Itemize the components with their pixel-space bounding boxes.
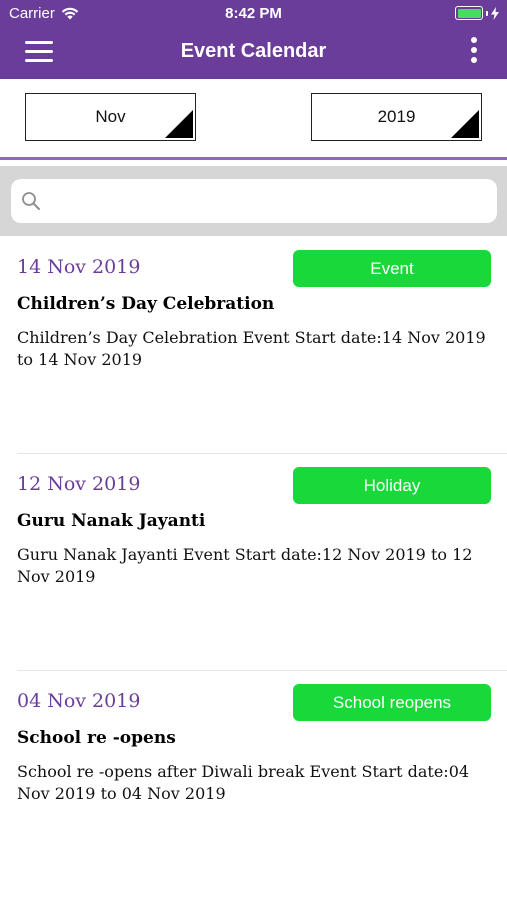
page-title: Event Calendar (180, 40, 327, 62)
event-date: 12 Nov 2019 (17, 473, 141, 495)
event-title: Children’s Day Celebration (17, 294, 275, 314)
year-picker[interactable]: 2019 (311, 93, 482, 141)
event-list: 14 Nov 2019 Event Children’s Day Celebra… (0, 236, 507, 887)
search-field-container[interactable] (11, 179, 497, 223)
status-time: 8:42 PM (225, 5, 282, 22)
event-description: Children’s Day Celebration Event Start d… (17, 328, 486, 369)
vertical-ellipsis-icon[interactable] (469, 37, 479, 69)
row-divider (17, 453, 507, 454)
event-type-badge[interactable]: Event (293, 250, 491, 287)
status-bar: Carrier 8:42 PM (0, 0, 507, 28)
event-title: School re -opens (17, 728, 176, 748)
event-card[interactable]: 14 Nov 2019 Event Children’s Day Celebra… (0, 236, 507, 453)
event-date: 04 Nov 2019 (17, 690, 141, 712)
app-header: Carrier 8:42 PM Event Calendar (0, 0, 507, 79)
dropdown-triangle-icon (165, 110, 193, 138)
event-description: School re -opens after Diwali break Even… (17, 762, 470, 803)
event-date: 14 Nov 2019 (17, 256, 141, 278)
search-input[interactable] (51, 179, 481, 223)
row-divider (17, 670, 507, 671)
charging-bolt-icon (491, 6, 499, 20)
battery-level (457, 8, 481, 18)
event-title: Guru Nanak Jayanti (17, 511, 206, 531)
date-filter-bar: Nov 2019 (0, 79, 507, 159)
search-bar (0, 166, 507, 236)
event-type-badge[interactable]: School reopens (293, 684, 491, 721)
filter-divider (0, 157, 507, 160)
event-description: Guru Nanak Jayanti Event Start date:12 N… (17, 545, 473, 586)
dropdown-triangle-icon (451, 110, 479, 138)
month-picker[interactable]: Nov (25, 93, 196, 141)
event-type-badge[interactable]: Holiday (293, 467, 491, 504)
battery-icon (455, 6, 499, 20)
event-card[interactable]: 12 Nov 2019 Holiday Guru Nanak Jayanti G… (0, 453, 507, 670)
navigation-bar: Event Calendar (0, 28, 507, 79)
event-card[interactable]: 04 Nov 2019 School reopens School re -op… (0, 670, 507, 887)
search-icon (22, 192, 40, 210)
